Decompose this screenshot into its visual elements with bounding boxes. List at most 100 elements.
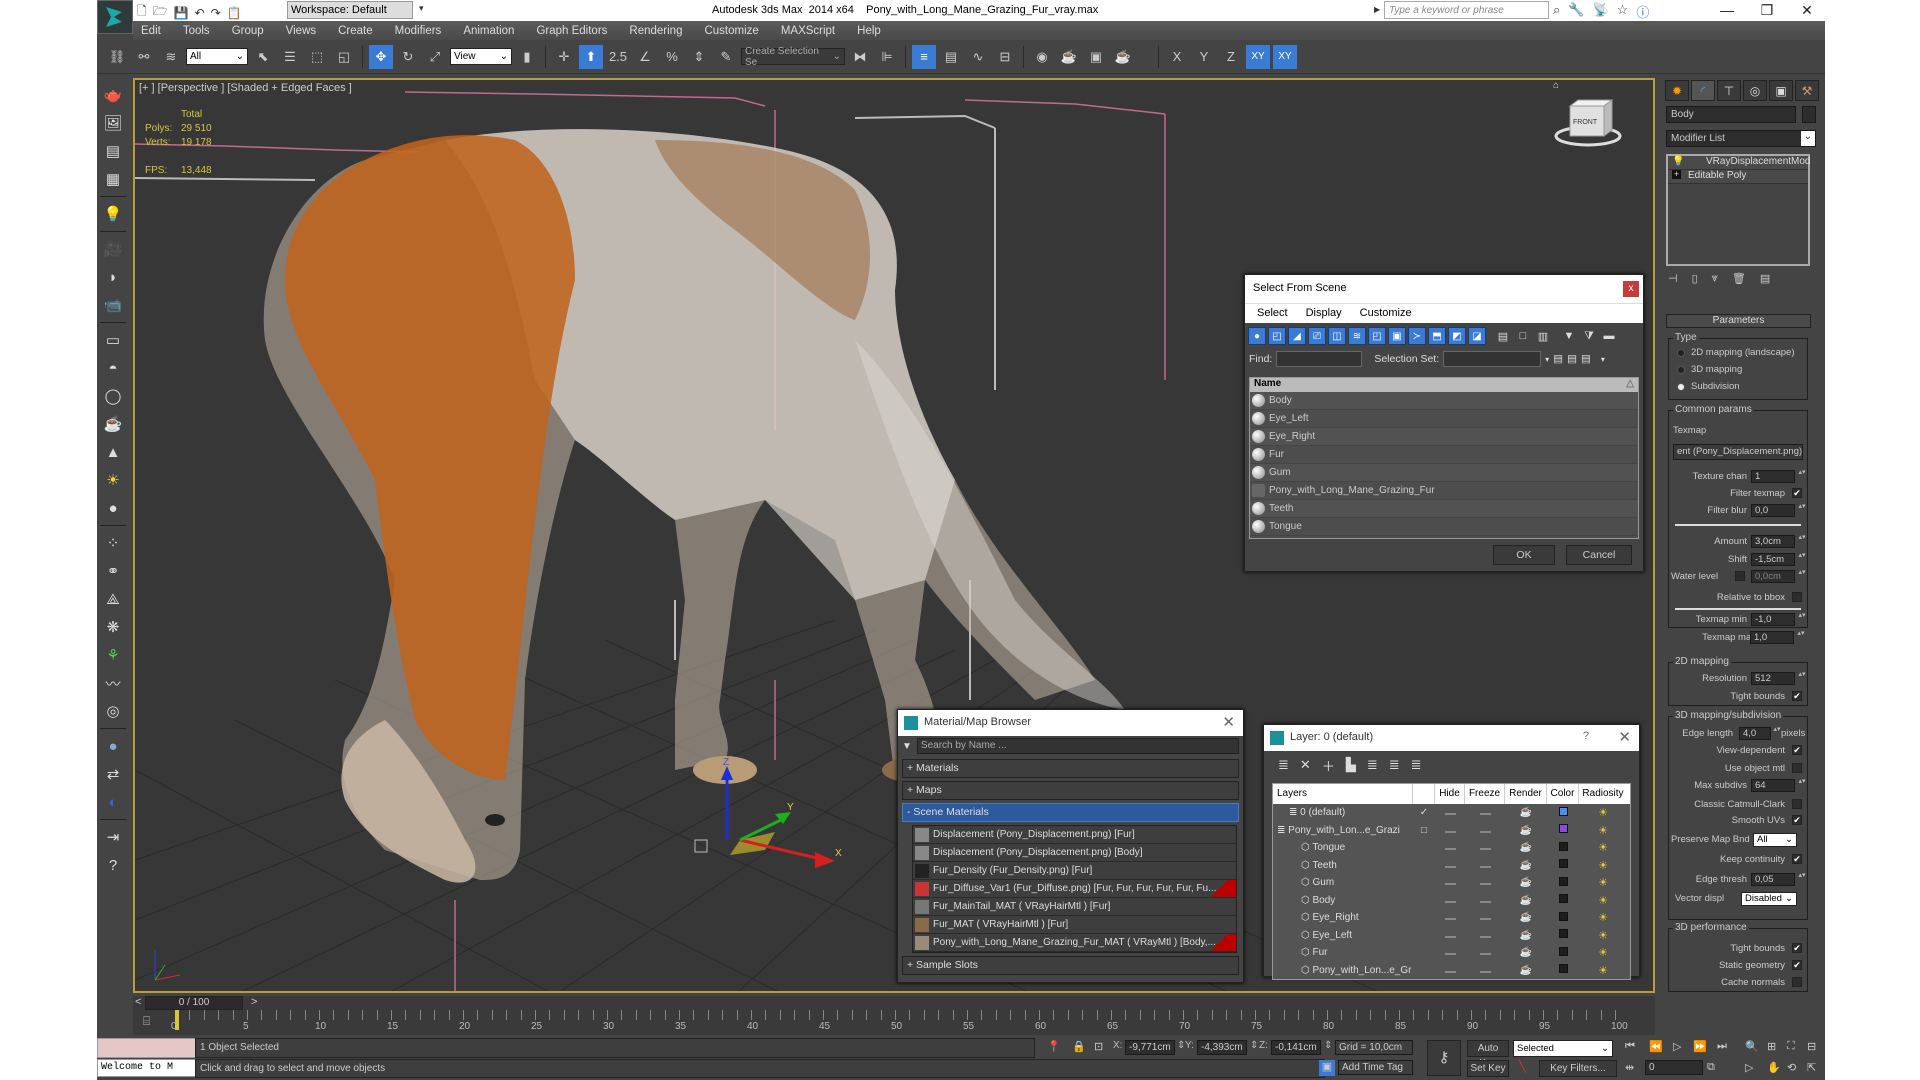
filter-icon[interactable]: ▼	[1560, 327, 1578, 345]
expand-plus-icon[interactable]: +	[1672, 170, 1681, 179]
prev-frame-button[interactable]: <	[135, 996, 141, 1008]
help-circle-icon[interactable]: ?	[102, 854, 124, 876]
spinner-arrows-icon[interactable]: ▴▾	[1798, 778, 1806, 792]
zoom-extents-icon[interactable]: ⛶	[1787, 1040, 1795, 1053]
object-color-swatch[interactable]	[1802, 106, 1816, 123]
layer-row[interactable]: ≣ Pony_with_Lon...e_Grazi □ ☕ ☀	[1273, 822, 1630, 840]
select-and-move-icon[interactable]: ✥	[369, 44, 393, 69]
close-button[interactable]: ✕	[1618, 728, 1631, 746]
menu-create[interactable]: Create	[338, 25, 373, 37]
render-toggle[interactable]: ☕	[1505, 965, 1547, 976]
edge-thresh-spinner[interactable]: 0,05	[1751, 873, 1795, 886]
key-mode-dropdown[interactable]: Selected ⌄	[1513, 1040, 1613, 1057]
radio-2d-mapping[interactable]	[1677, 349, 1685, 357]
app-logo-icon[interactable]	[97, 0, 133, 34]
maxscript-mini-listener-top[interactable]	[97, 1038, 197, 1058]
y-coordinate-input[interactable]: -4,393cm	[1197, 1040, 1247, 1055]
spinner-arrows-icon[interactable]: ▴▾	[1798, 612, 1806, 626]
hide-unhide-layers-icon[interactable]: ≣	[1411, 757, 1422, 773]
reference-coordinate-dropdown[interactable]: View ⌄	[450, 48, 512, 65]
scene-material-item[interactable]: Fur_Density (Fur_Density.png) [Fur]	[913, 862, 1236, 880]
key-icon[interactable]: 🔧	[1568, 2, 1584, 21]
orbit-icon[interactable]: ⟲	[1787, 1061, 1796, 1074]
curve-editor-icon[interactable]: ∿	[966, 45, 990, 69]
go-to-start-icon[interactable]: ⏮	[1625, 1040, 1635, 1053]
options-menu-icon[interactable]: ▾	[1601, 355, 1605, 364]
hide-toggle[interactable]	[1435, 807, 1465, 818]
star-icon[interactable]: ☆	[1617, 2, 1629, 21]
save-file-icon[interactable]: 💾	[174, 6, 189, 20]
freeze-toggle[interactable]	[1465, 807, 1505, 818]
axis-xy-cycle-button[interactable]: XY	[1273, 44, 1297, 69]
ies-light-icon[interactable]: ☕	[102, 413, 124, 435]
layer-name-cell[interactable]: ⬡ Fur	[1273, 947, 1413, 958]
name-column-header[interactable]: Name △	[1250, 378, 1638, 392]
hide-toggle[interactable]	[1435, 965, 1465, 976]
time-tag-icon[interactable]: ▣	[1319, 1060, 1335, 1076]
camera-filter-icon[interactable]: ⎚	[1308, 327, 1326, 345]
plane-grid-icon[interactable]: ⟁	[102, 588, 124, 610]
find-input[interactable]	[1276, 351, 1363, 367]
freeze-toggle[interactable]	[1465, 912, 1505, 923]
filter-blur-spinner[interactable]: 0,0	[1751, 504, 1795, 517]
viewcube[interactable]: FRONT ⌂	[1553, 80, 1623, 152]
make-unique-icon[interactable]: ⩔	[1712, 272, 1718, 285]
render-toggle[interactable]: ☕	[1505, 947, 1547, 958]
use-object-mtl-checkbox[interactable]	[1792, 763, 1802, 773]
grass-icon[interactable]: ⚘	[102, 644, 124, 666]
mirror-icon[interactable]: ⧓	[848, 45, 872, 69]
sort-icon[interactable]: ▬	[1600, 327, 1618, 345]
hair-farm-icon[interactable]: 〰	[102, 672, 124, 694]
metaball-icon[interactable]: ⚭	[102, 560, 124, 582]
lightbulb-icon[interactable]: 💡	[1672, 156, 1684, 167]
zoom-icon[interactable]: 🔍	[1745, 1040, 1759, 1053]
vector-displ-dropdown[interactable]: Disabled ⌄	[1741, 892, 1797, 906]
menu-customize[interactable]: Customize	[1360, 307, 1412, 320]
layer-color-cell[interactable]	[1547, 824, 1579, 836]
parameters-rollout-header[interactable]: Parameters	[1666, 314, 1811, 328]
scene-object-row[interactable]: Teeth	[1250, 500, 1638, 518]
key-mode-toggle-icon[interactable]: ⇹	[1625, 1061, 1634, 1074]
radiosity-toggle[interactable]: ☀	[1579, 824, 1627, 837]
texture-chan-spinner[interactable]: 1	[1751, 470, 1795, 483]
satellite-icon[interactable]: 📡	[1592, 2, 1608, 21]
layer-name-cell[interactable]: ⬡ Gum	[1273, 877, 1413, 888]
light-lister-icon[interactable]: 💡	[102, 203, 124, 225]
viewport-label-menu[interactable]: [+ ] [Perspective ] [Shaded + Edged Face…	[139, 82, 352, 94]
render-toggle[interactable]: ☕	[1505, 842, 1547, 853]
layer-color-cell[interactable]	[1547, 876, 1579, 889]
export-icon[interactable]: ⇥	[102, 826, 124, 848]
static-geometry-checkbox[interactable]: ✔	[1792, 960, 1802, 970]
layer-color-cell[interactable]	[1547, 946, 1579, 959]
select-dependents-icon[interactable]: ▤	[1567, 353, 1577, 365]
remove-modifier-icon[interactable]: 🗑	[1732, 272, 1746, 285]
layer-row[interactable]: ⬡ Fur ☕ ☀	[1273, 944, 1630, 962]
zoom-all-icon[interactable]: ⊞	[1767, 1040, 1776, 1053]
scene-object-row[interactable]: Eye_Left	[1250, 410, 1638, 428]
dialog-title-bar[interactable]: Layer: 0 (default)? ✕	[1264, 725, 1639, 751]
category-maps[interactable]: + Maps	[902, 781, 1239, 800]
select-object-icon[interactable]: ⬉	[251, 45, 275, 69]
configure-modifier-sets-icon[interactable]: ▤	[1760, 272, 1770, 285]
menu-customize[interactable]: Customize	[704, 25, 758, 37]
radio-3d-mapping[interactable]	[1677, 366, 1685, 374]
new-layer-icon[interactable]: ≣	[1278, 757, 1289, 773]
bind-space-warp-icon[interactable]: ≋	[159, 45, 183, 69]
spinner-arrows-icon[interactable]: ▴▾	[1798, 469, 1806, 483]
key-filters-button[interactable]: Key Filters...	[1539, 1060, 1617, 1077]
hide-toggle[interactable]	[1435, 860, 1465, 871]
open-file-icon[interactable]: 🗁	[153, 2, 168, 23]
create-tab-icon[interactable]: ✹	[1665, 80, 1689, 101]
scene-object-row[interactable]: Eye_Right	[1250, 428, 1638, 446]
xref-filter-icon[interactable]: ▣	[1388, 327, 1406, 345]
category-materials[interactable]: + Materials	[902, 759, 1239, 778]
radiosity-toggle[interactable]: ☀	[1579, 876, 1627, 889]
manipulate-icon[interactable]: ✛	[552, 45, 576, 69]
scene-object-row[interactable]: Fur	[1250, 446, 1638, 464]
layer-row[interactable]: ⬡ Eye_Right ☕ ☀	[1273, 909, 1630, 927]
x-coordinate-input[interactable]: -9,771cm	[1125, 1040, 1175, 1055]
scene-object-row[interactable]: Pony_with_Long_Mane_Grazing_Fur	[1250, 482, 1638, 500]
dome-camera-icon[interactable]: ◗	[102, 266, 124, 288]
dialog-title-bar[interactable]: Material/Map Browser ✕	[898, 710, 1243, 736]
menu-graph-editors[interactable]: Graph Editors	[536, 25, 607, 37]
